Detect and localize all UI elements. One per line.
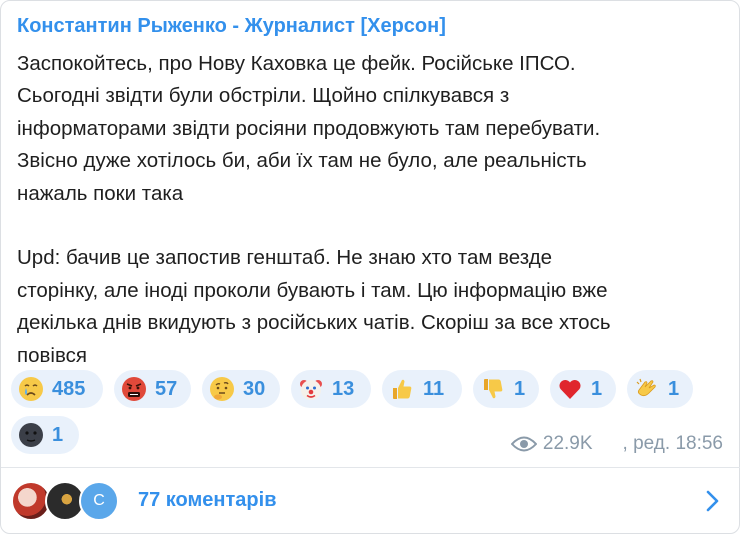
- post-text-line: Звісно дуже хотілось би, аби їх там не б…: [17, 149, 587, 173]
- reaction-thumbs-up[interactable]: 11: [382, 370, 462, 408]
- new-moon-face-icon: [19, 423, 43, 447]
- eye-icon: [510, 436, 537, 452]
- channel-post: Константин Рыженко - Журналист [Херсон] …: [0, 0, 740, 534]
- comments-label: 77 коментарів: [138, 489, 277, 511]
- reaction-count: 13: [332, 377, 355, 400]
- reaction-heart[interactable]: 1: [550, 370, 616, 408]
- reaction-count: 30: [243, 377, 266, 400]
- reaction-count: 1: [52, 423, 64, 446]
- thinking-face-icon: [210, 377, 234, 401]
- reaction-count: 57: [155, 377, 178, 400]
- post-text-line: декілька днів вкидують з російських чаті…: [17, 311, 611, 335]
- comments-button[interactable]: C 77 коментарів: [1, 468, 740, 534]
- reaction-thumbs-down[interactable]: 1: [473, 370, 539, 408]
- reaction-clown[interactable]: 13: [291, 370, 371, 408]
- thumbs-up-icon: [393, 379, 412, 399]
- views-count: 22.9K: [542, 433, 593, 454]
- thumbs-down-icon: [484, 379, 503, 399]
- post-text-line: Сьогодні звідти були обстріли. Щойно спі…: [17, 84, 510, 108]
- post-author[interactable]: Константин Рыженко - Журналист [Херсон]: [17, 15, 446, 38]
- reaction-count: 1: [668, 377, 680, 400]
- reaction-count: 11: [423, 377, 445, 400]
- angry-cursing-face-icon: [122, 377, 146, 401]
- post-text-line: Заспокойтесь, про Нову Каховка це фейк. …: [17, 52, 576, 75]
- reaction-new-moon[interactable]: 1: [11, 416, 79, 454]
- reaction-count: 485: [52, 377, 86, 400]
- avatar: C: [79, 481, 119, 521]
- post-meta: 22.9K , ред. 18:56: [510, 433, 723, 455]
- red-heart-icon: [559, 379, 581, 399]
- post-text-line: сторінку, але іноді проколи бувають і та…: [17, 278, 608, 302]
- crying-face-icon: [19, 377, 43, 401]
- reaction-clap[interactable]: 1: [627, 370, 693, 408]
- post-text: Заспокойтесь, про Нову Каховка це фейк. …: [17, 48, 729, 372]
- chevron-right-icon: [706, 490, 719, 512]
- reaction-crying[interactable]: 485: [11, 370, 103, 408]
- clapping-hands-icon: [636, 378, 656, 397]
- post-text-line: нажаль поки така: [17, 181, 184, 205]
- clown-face-icon: [300, 380, 322, 400]
- post-text-line: повівся: [17, 343, 87, 367]
- edited-time: , ред. 18:56: [622, 433, 723, 454]
- reaction-count: 1: [591, 377, 603, 400]
- commenter-avatars: C: [11, 481, 121, 521]
- reaction-angry[interactable]: 57: [114, 370, 191, 408]
- post-text-line: Upd: бачив це запостив генштаб. Не знаю …: [17, 246, 553, 270]
- post-text-line: інформаторами звідти росіяни продовжують…: [17, 116, 601, 140]
- post-text-blank-line: [17, 210, 729, 242]
- reaction-thinking[interactable]: 30: [202, 370, 280, 408]
- reaction-count: 1: [514, 377, 526, 400]
